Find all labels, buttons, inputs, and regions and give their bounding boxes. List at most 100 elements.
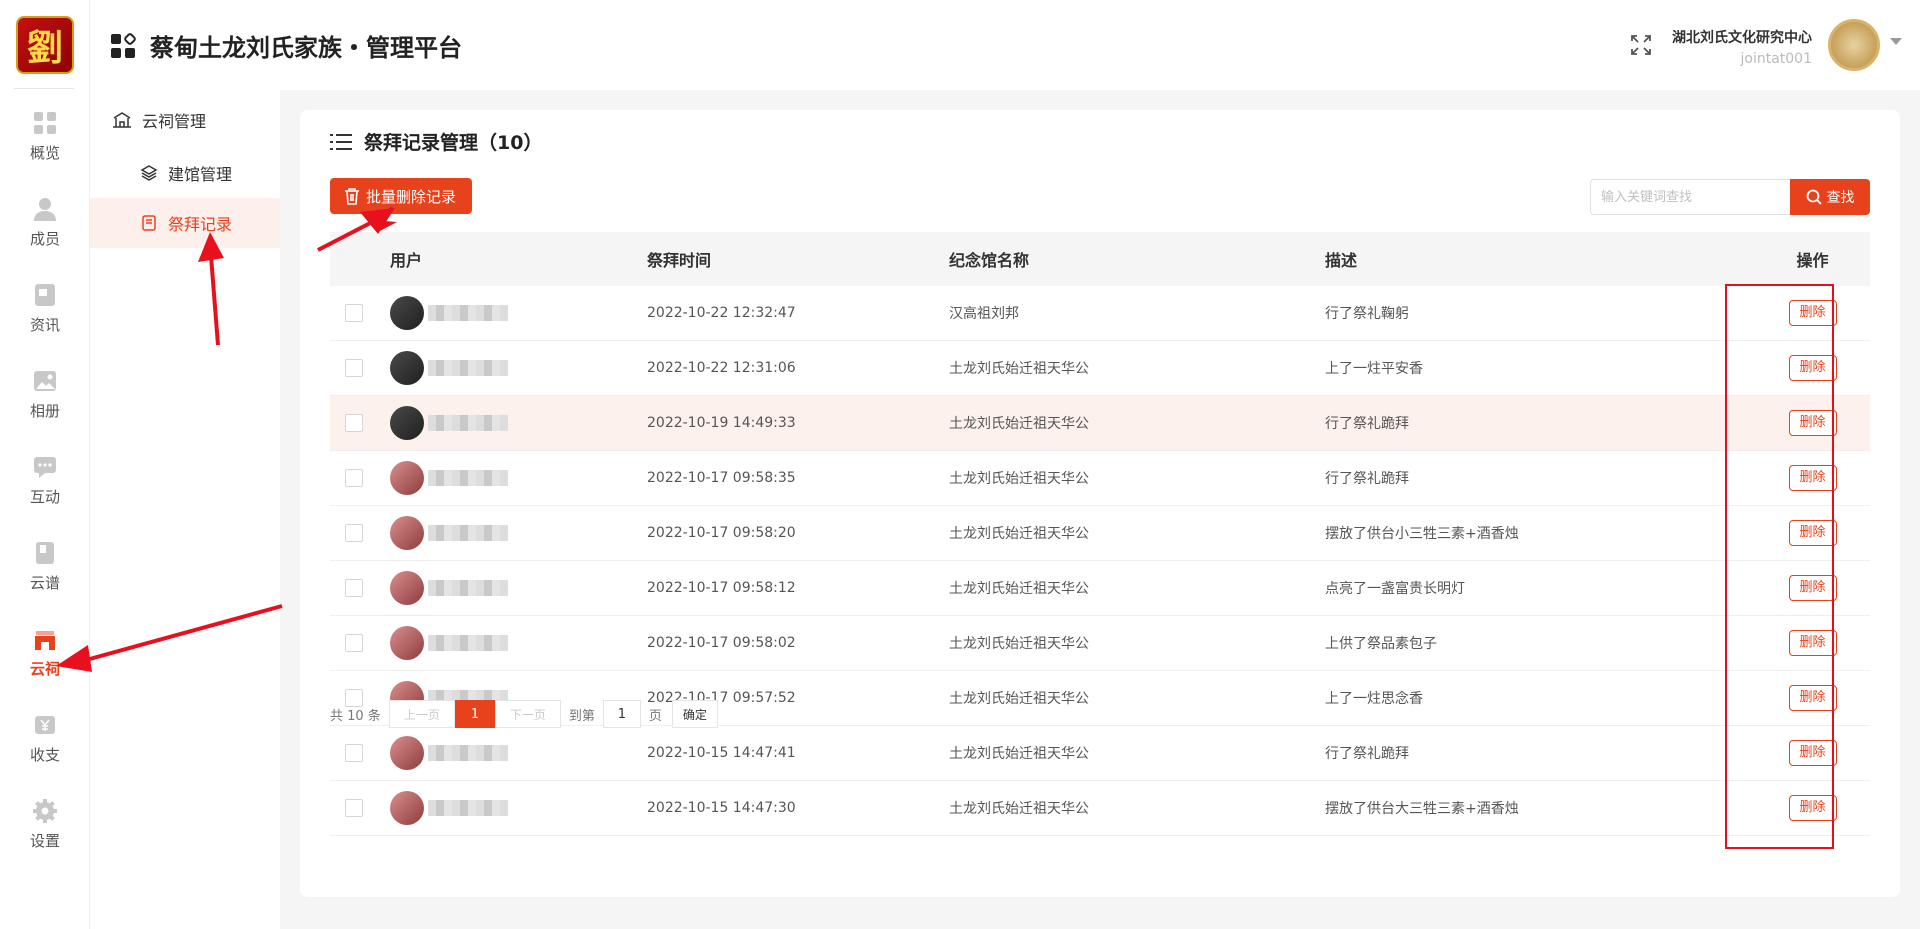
user-avatar — [390, 516, 424, 550]
delete-button[interactable]: 删除 — [1788, 520, 1837, 546]
table-header: 用户 祭拜时间 纪念馆名称 描述 操作 — [330, 232, 1870, 286]
row-checkbox[interactable] — [345, 414, 363, 432]
hall-cell: 土龙刘氏始迁祖天华公 — [949, 801, 1089, 817]
row-checkbox[interactable] — [345, 634, 363, 652]
header-user: 用户 — [390, 251, 423, 270]
op-cell: 删除 — [1755, 355, 1870, 381]
org-name: 湖北刘氏文化研究中心 — [1672, 30, 1812, 46]
delete-button[interactable]: 删除 — [1788, 630, 1837, 656]
top-header: 蔡甸土龙刘氏家族・管理平台 湖北刘氏文化研究中心 jointat001 — [90, 0, 1920, 90]
hall-cell: 土龙刘氏始迁祖天华公 — [949, 691, 1089, 707]
user-name-blurred — [428, 360, 508, 376]
org-info: 湖北刘氏文化研究中心 jointat001 — [1672, 27, 1812, 67]
delete-button[interactable]: 删除 — [1788, 685, 1837, 711]
search-input[interactable] — [1590, 179, 1790, 215]
yen-icon — [35, 716, 55, 734]
desc-cell: 上供了祭品素包子 — [1325, 636, 1437, 652]
rail-item-album[interactable]: 相册 — [0, 368, 90, 438]
delete-button[interactable]: 删除 — [1788, 740, 1837, 766]
subnav-item-label: 祭拜记录 — [168, 215, 233, 234]
desc-cell: 行了祭礼跪拜 — [1325, 746, 1409, 762]
fullscreen-icon[interactable] — [1630, 34, 1652, 56]
document-icon — [142, 215, 156, 231]
row-checkbox[interactable] — [345, 524, 363, 542]
row-checkbox[interactable] — [345, 579, 363, 597]
time-cell: 2022-10-17 09:58:02 — [647, 635, 796, 651]
chevron-down-icon[interactable] — [1890, 38, 1902, 45]
user-avatar — [390, 736, 424, 770]
table-body: 2022-10-22 12:32:47 汉高祖刘邦 行了祭礼鞠躬 删除 2022-10-… — [330, 286, 1870, 836]
user-avatar — [390, 351, 424, 385]
op-cell: 删除 — [1755, 520, 1870, 546]
desc-cell: 上了一炷平安香 — [1325, 361, 1423, 377]
search-button[interactable]: 查找 — [1790, 179, 1870, 215]
news-icon — [35, 284, 55, 306]
trash-icon — [345, 188, 359, 205]
app-logo[interactable]: 劉 — [16, 16, 74, 74]
op-cell: 删除 — [1755, 740, 1870, 766]
pagination: 共 10 条 上一页 1 下一页 到第 页 确定 — [330, 700, 718, 728]
table-row: 2022-10-17 09:58:35 土龙刘氏始迁祖天华公 行了祭礼跪拜 删除 — [330, 451, 1870, 506]
user-cell — [390, 626, 647, 660]
rail-label: 云谱 — [29, 574, 60, 592]
delete-button[interactable]: 删除 — [1788, 575, 1837, 601]
rail-item-interaction[interactable]: 互动 — [0, 454, 90, 524]
rail-item-shrine[interactable]: 云祠 — [0, 626, 90, 696]
desc-cell: 行了祭礼鞠躬 — [1325, 306, 1409, 322]
rail-item-settings[interactable]: 设置 — [0, 798, 90, 868]
time-cell: 2022-10-17 09:58:12 — [647, 580, 796, 596]
op-cell: 删除 — [1755, 795, 1870, 821]
table-row: 2022-10-22 12:31:06 土龙刘氏始迁祖天华公 上了一炷平安香 删除 — [330, 341, 1870, 396]
rail-item-overview[interactable]: 概览 — [0, 110, 90, 180]
delete-button[interactable]: 删除 — [1788, 300, 1837, 326]
user-avatar — [390, 571, 424, 605]
user-avatar — [390, 406, 424, 440]
prev-page-button[interactable]: 上一页 — [388, 700, 455, 728]
desc-cell: 行了祭礼跪拜 — [1325, 416, 1409, 432]
rail-divider — [14, 88, 74, 89]
subnav-item-hall-manage[interactable]: 建馆管理 — [90, 148, 280, 198]
hall-cell: 土龙刘氏始迁祖天华公 — [949, 361, 1089, 377]
batch-delete-button[interactable]: 批量删除记录 — [330, 178, 473, 214]
row-checkbox[interactable] — [345, 744, 363, 762]
delete-button[interactable]: 删除 — [1788, 465, 1837, 491]
table-row: 2022-10-15 14:47:30 土龙刘氏始迁祖天华公 摆放了供台大三牲三素+… — [330, 781, 1870, 836]
rail-label: 云祠 — [29, 660, 60, 678]
goto-confirm-button[interactable]: 确定 — [671, 700, 718, 728]
chat-icon — [34, 457, 56, 478]
goto-page-input[interactable] — [602, 700, 641, 728]
hall-cell: 土龙刘氏始迁祖天华公 — [949, 636, 1089, 652]
table-row: 2022-10-17 09:58:12 土龙刘氏始迁祖天华公 点亮了一盏富贵长明灯 删… — [330, 561, 1870, 616]
user-cell — [390, 406, 647, 440]
row-checkbox[interactable] — [345, 359, 363, 377]
subnav-item-label: 建馆管理 — [168, 165, 233, 184]
row-checkbox-cell — [330, 359, 390, 377]
row-checkbox[interactable] — [345, 469, 363, 487]
user-name-blurred — [428, 525, 508, 541]
next-page-button[interactable]: 下一页 — [494, 700, 561, 728]
avatar[interactable] — [1828, 19, 1880, 71]
rail-label: 设置 — [29, 832, 60, 850]
delete-button[interactable]: 删除 — [1788, 410, 1837, 436]
hall-cell: 汉高祖刘邦 — [949, 306, 1019, 322]
rail-item-genealogy[interactable]: 云谱 — [0, 540, 90, 610]
delete-button[interactable]: 删除 — [1788, 355, 1837, 381]
table-row: 2022-10-17 09:58:20 土龙刘氏始迁祖天华公 摆放了供台小三牲三素+… — [330, 506, 1870, 561]
total-count: 共 10 条 — [330, 708, 381, 724]
delete-button[interactable]: 删除 — [1788, 795, 1837, 821]
rail-item-news[interactable]: 资讯 — [0, 282, 90, 352]
page-1-button[interactable]: 1 — [454, 700, 495, 728]
row-checkbox-cell — [330, 744, 390, 762]
row-checkbox[interactable] — [345, 304, 363, 322]
hall-cell: 土龙刘氏始迁祖天华公 — [949, 581, 1089, 597]
rail-item-finance[interactable]: 收支 — [0, 712, 90, 782]
subnav-group-shrine[interactable]: 云祠管理 — [112, 108, 206, 132]
logo-text: 劉 — [26, 27, 63, 69]
desc-cell: 上了一炷思念香 — [1325, 691, 1423, 707]
hall-cell: 土龙刘氏始迁祖天华公 — [949, 526, 1089, 542]
row-checkbox[interactable] — [345, 799, 363, 817]
goto-label: 到第 — [568, 708, 595, 724]
rail-item-members[interactable]: 成员 — [0, 196, 90, 266]
desc-cell: 摆放了供台大三牲三素+酒香烛 — [1325, 801, 1519, 817]
subnav-item-worship-records[interactable]: 祭拜记录 — [90, 198, 280, 248]
